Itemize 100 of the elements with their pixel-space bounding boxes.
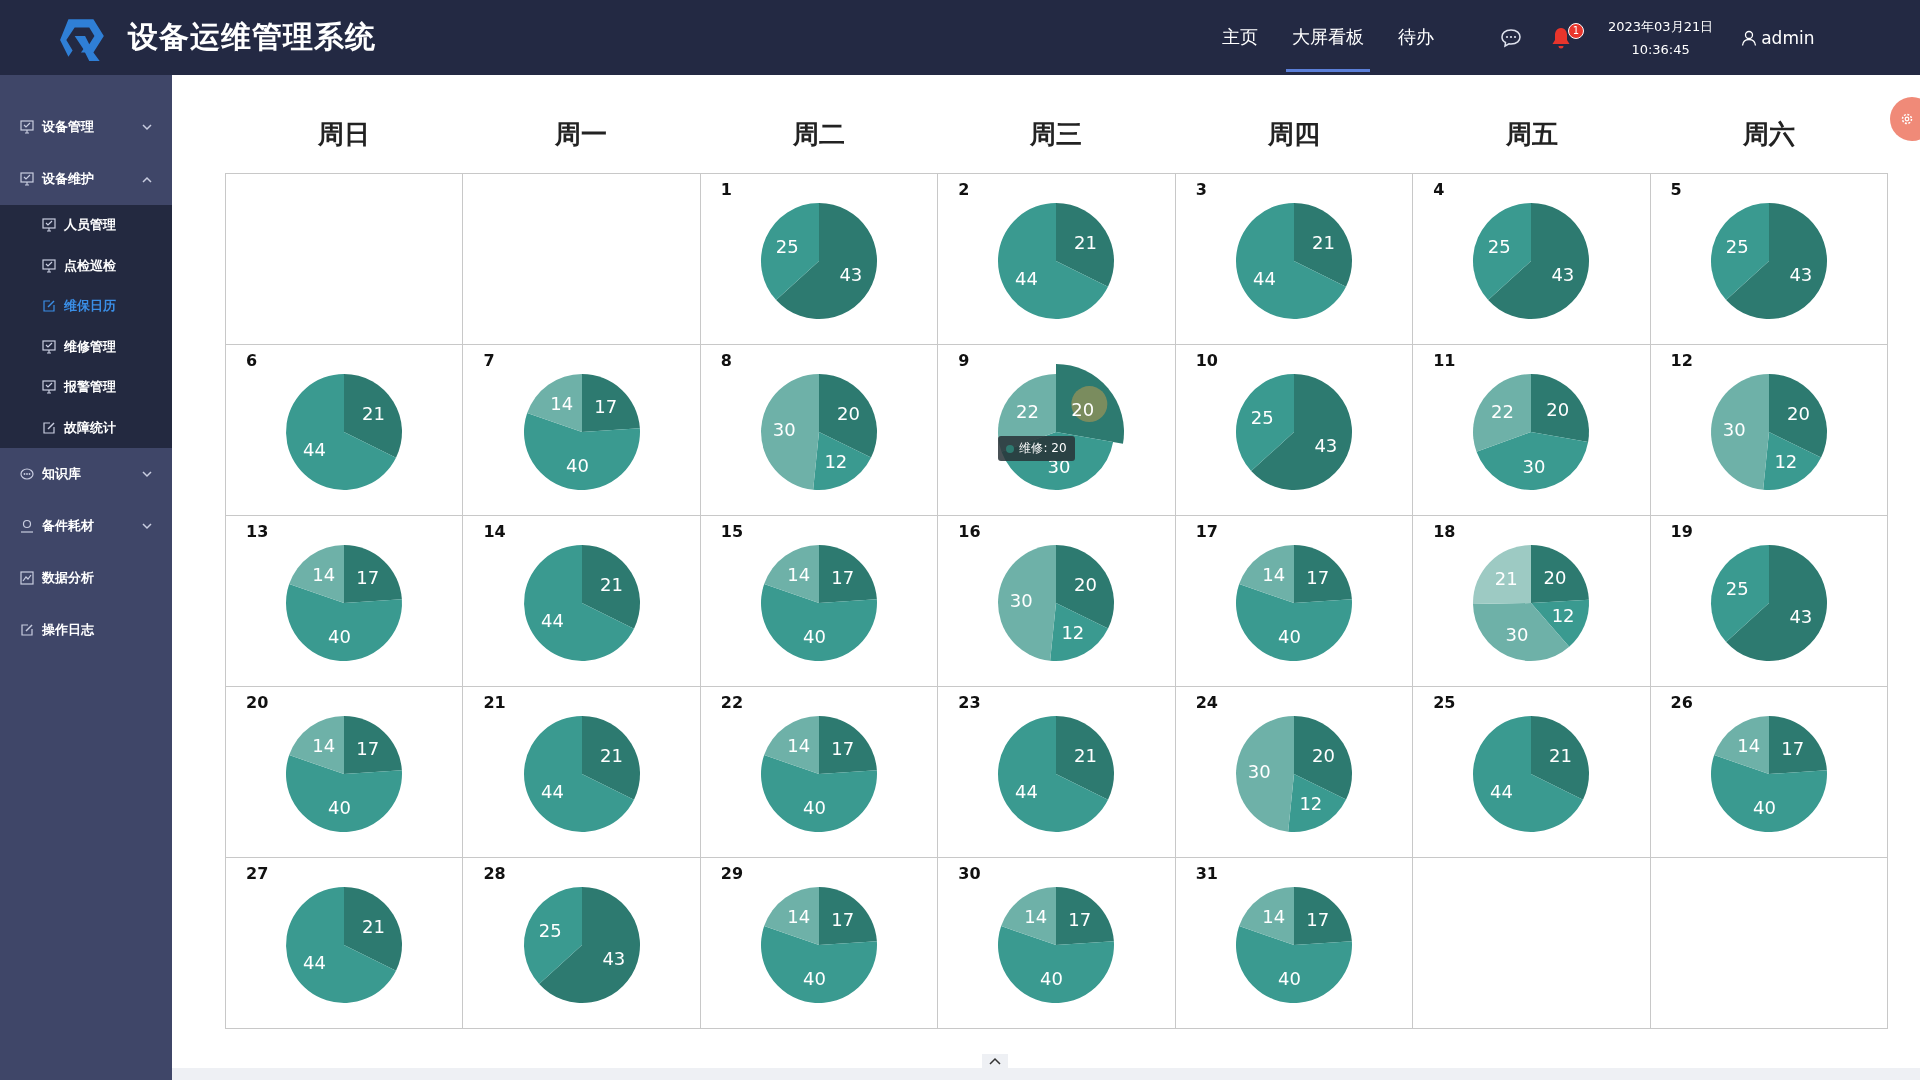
day-number: 14 <box>483 522 506 541</box>
menu-item[interactable]: 数据分析 <box>0 552 172 604</box>
slice-label: 14 <box>1262 563 1286 585</box>
menu-label: 设备管理 <box>42 118 95 136</box>
slice-label: 21 <box>362 915 386 937</box>
submenu-item[interactable]: 报警管理 <box>0 367 172 408</box>
slice-label: 22 <box>1491 401 1515 423</box>
slice-label: 22 <box>1016 401 1040 423</box>
menu-label: 备件耗材 <box>42 517 95 535</box>
slice-label: 21 <box>1074 231 1098 253</box>
day-number: 6 <box>246 351 258 370</box>
slice-label: 25 <box>538 919 562 941</box>
slice-label: 44 <box>1015 268 1039 290</box>
monitor-icon <box>42 218 56 233</box>
slice-label: 40 <box>803 968 826 990</box>
slice-label: 30 <box>1048 455 1071 477</box>
nav-tab[interactable]: 待办 <box>1392 3 1440 72</box>
monitor-icon <box>42 380 56 395</box>
submenu-item[interactable]: 维修管理 <box>0 326 172 367</box>
user-name[interactable]: admin <box>1761 27 1815 48</box>
slice-label: 20 <box>1786 402 1810 424</box>
slice-label: 20 <box>837 402 861 424</box>
day-number: 31 <box>1195 864 1218 883</box>
slice-label: 17 <box>356 737 380 759</box>
submenu-item[interactable]: 人员管理 <box>0 205 172 246</box>
day-number: 21 <box>483 693 506 712</box>
slice-label: 21 <box>1495 567 1518 589</box>
slice-label: 25 <box>1250 406 1274 428</box>
slice-label: 44 <box>1015 781 1039 803</box>
slice-label: 43 <box>839 264 863 286</box>
nav-tab[interactable]: 大屏看板 <box>1286 3 1370 72</box>
collapse-button[interactable] <box>982 1054 1008 1068</box>
slice-label: 30 <box>1010 590 1034 612</box>
slice-label: 43 <box>1789 606 1813 628</box>
weekday-header: 周四 <box>1267 117 1322 151</box>
slice-label: 14 <box>312 734 336 756</box>
slice-label: 14 <box>312 563 336 585</box>
slice-label: 17 <box>1781 737 1804 759</box>
slice-label: 30 <box>1522 455 1546 477</box>
slice-label: 25 <box>1488 235 1511 257</box>
slice-label: 40 <box>1040 968 1064 990</box>
day-number: 2 <box>958 180 970 199</box>
slice-label: 40 <box>803 626 826 648</box>
slice-label: 14 <box>1262 905 1286 927</box>
slice-label: 12 <box>1552 605 1575 627</box>
weekday-header: 周三 <box>1029 117 1084 151</box>
chat-icon[interactable] <box>1500 27 1522 48</box>
bell-icon[interactable] <box>1550 25 1572 50</box>
date-text: 2023年03月21日 <box>1608 18 1714 36</box>
slice-label: 17 <box>831 908 855 930</box>
weekday-header: 周五 <box>1504 117 1559 151</box>
slice-label: 21 <box>362 402 386 424</box>
day-number: 18 <box>1433 522 1456 541</box>
slice-label: 14 <box>787 734 811 756</box>
weekday-header: 周二 <box>791 117 846 151</box>
user-icon <box>1741 29 1758 46</box>
menu-label: 知识库 <box>42 465 82 483</box>
slice-label: 40 <box>328 626 352 648</box>
caret-up-icon <box>989 1057 1001 1065</box>
day-number: 4 <box>1433 180 1445 199</box>
weekday-header: 周六 <box>1742 117 1797 151</box>
day-number: 3 <box>1195 180 1207 199</box>
hover-marker <box>1071 386 1108 423</box>
monitor-icon <box>20 120 34 134</box>
menu-item[interactable]: 操作日志 <box>0 604 172 656</box>
app-title: 设备运维管理系统 <box>128 18 376 56</box>
slice-label: 21 <box>1549 744 1573 766</box>
monitor-icon <box>42 339 56 354</box>
day-number: 1 <box>720 180 732 199</box>
slice-label: 21 <box>599 573 623 595</box>
menu-item[interactable]: 备件耗材 <box>0 500 172 552</box>
slice-label: 21 <box>1312 231 1335 253</box>
slice-label: 44 <box>540 610 564 632</box>
day-number: 23 <box>958 693 981 712</box>
slice-label: 25 <box>775 235 799 257</box>
slice-label: 40 <box>803 797 826 819</box>
tooltip-text: 维修: 20 <box>1019 440 1067 457</box>
slice-label: 20 <box>1074 573 1098 595</box>
day-number: 13 <box>246 522 269 541</box>
slice-label: 17 <box>1306 908 1330 930</box>
slice-label: 30 <box>1722 419 1746 441</box>
submenu-item[interactable]: 点检巡检 <box>0 245 172 286</box>
menu-item[interactable]: 设备维护 <box>0 153 172 205</box>
slice-label: 20 <box>1543 566 1567 588</box>
submenu-item[interactable]: 维保日历 <box>0 286 172 327</box>
submenu-item[interactable]: 故障统计 <box>0 407 172 448</box>
menu-label: 操作日志 <box>42 621 95 639</box>
slice-label: 30 <box>1247 761 1271 783</box>
nav-tab[interactable]: 主页 <box>1216 3 1264 72</box>
user-icon <box>20 519 34 533</box>
menu-label: 设备维护 <box>42 170 95 188</box>
weekday-header: 周日 <box>316 117 371 151</box>
monitor-icon <box>20 172 34 186</box>
slice-label: 20 <box>1546 398 1570 420</box>
day-number: 30 <box>958 864 981 883</box>
slice-label: 14 <box>787 905 811 927</box>
slice-label: 12 <box>824 451 848 473</box>
slice-label: 17 <box>831 566 855 588</box>
menu-item[interactable]: 设备管理 <box>0 101 172 153</box>
menu-item[interactable]: 知识库 <box>0 448 172 500</box>
